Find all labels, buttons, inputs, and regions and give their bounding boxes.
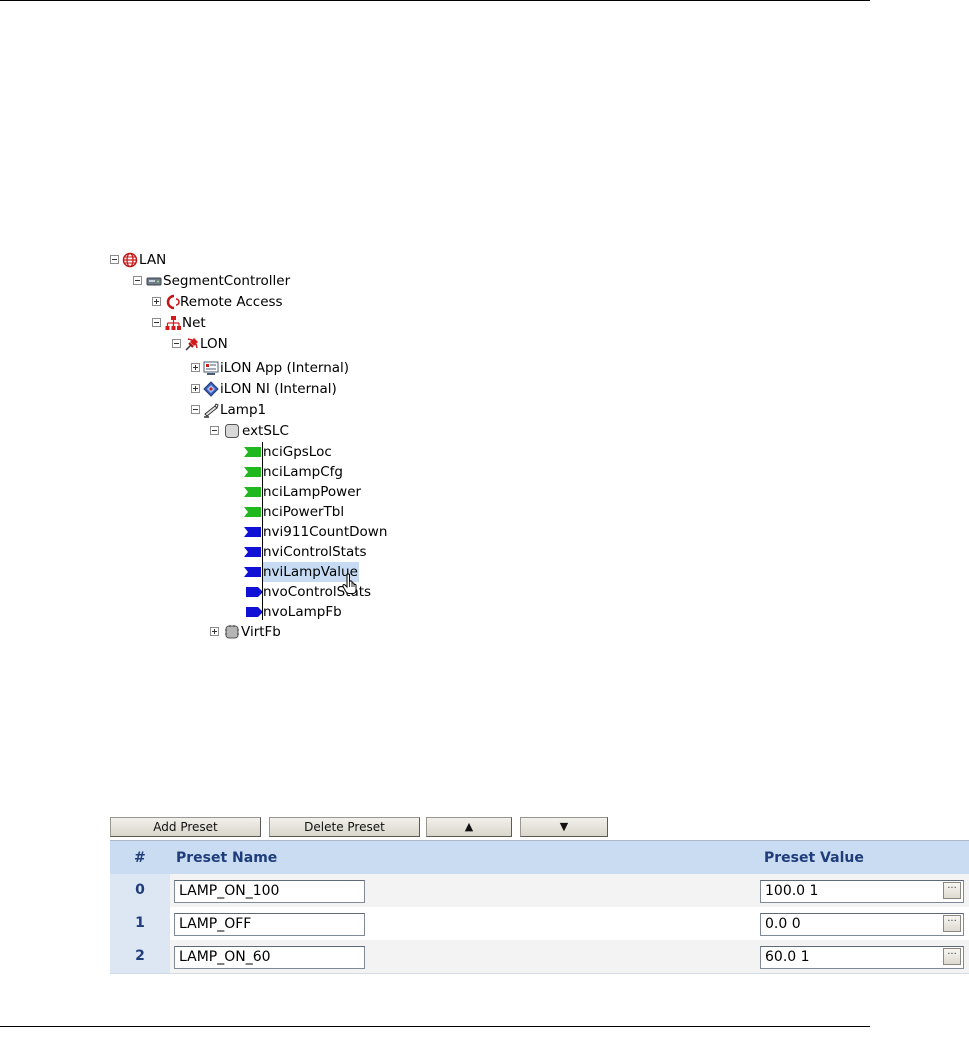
blue-input-datapoint-icon xyxy=(244,547,261,557)
bottom-divider xyxy=(0,1026,870,1027)
table-row: 2 LAMP_ON_60 60.0 1 ··· xyxy=(110,940,969,974)
network-icon xyxy=(165,316,181,330)
green-datapoint-icon xyxy=(244,487,261,497)
tree-guide-line xyxy=(262,442,263,620)
green-datapoint-icon xyxy=(244,447,261,457)
hand-pointer-icon xyxy=(342,573,357,594)
tree-node-label: VirtFb xyxy=(241,624,281,640)
edit-value-button[interactable]: ··· xyxy=(943,882,961,899)
tree-node-label: nvoLampFb xyxy=(263,604,342,620)
tree-node-label: Remote Access xyxy=(180,294,283,310)
tree-node-label: nciPowerTbl xyxy=(263,504,345,520)
tree-node-label: LON xyxy=(200,336,228,352)
functional-block-icon xyxy=(225,424,239,438)
preset-value-input[interactable]: 60.0 1 xyxy=(760,946,964,969)
network-tree: LAN SegmentController Remote Access Net … xyxy=(110,250,440,640)
blue-input-datapoint-icon xyxy=(244,527,261,537)
column-header-preset-value: Preset Value xyxy=(764,850,864,866)
tree-node-label: Net xyxy=(182,315,206,331)
green-datapoint-icon xyxy=(244,467,261,477)
tree-node-label: iLON App (Internal) xyxy=(220,360,350,376)
globe-icon xyxy=(122,252,138,268)
collapse-icon[interactable] xyxy=(152,318,161,327)
row-number: 2 xyxy=(110,940,170,973)
collapse-icon[interactable] xyxy=(191,405,200,414)
table-row: 0 LAMP_ON_100 100.0 1 ··· xyxy=(110,874,969,908)
collapse-icon[interactable] xyxy=(210,426,219,435)
collapse-icon[interactable] xyxy=(133,276,142,285)
edit-value-button[interactable]: ··· xyxy=(943,915,961,932)
table-row: 1 LAMP_OFF 0.0 0 ··· xyxy=(110,907,969,941)
preset-name-input[interactable]: LAMP_OFF xyxy=(174,913,365,936)
tree-node-label: nvi911CountDown xyxy=(263,524,388,540)
move-up-button[interactable]: ▲ xyxy=(426,817,512,837)
preset-value-input[interactable]: 100.0 1 xyxy=(760,880,964,903)
collapse-icon[interactable] xyxy=(110,255,119,264)
lon-plug-icon xyxy=(185,338,198,351)
tree-node-label: nviControlStats xyxy=(263,544,367,560)
column-header-number: # xyxy=(134,850,146,866)
expand-icon[interactable] xyxy=(152,297,161,306)
delete-preset-button[interactable]: Delete Preset xyxy=(269,817,420,837)
blue-input-datapoint-icon xyxy=(244,567,261,577)
tree-node-label: LAN xyxy=(139,252,167,268)
collapse-icon[interactable] xyxy=(172,339,181,348)
tree-node-label: extSLC xyxy=(242,423,289,439)
app-icon xyxy=(203,361,219,375)
tree-node-label: nciGpsLoc xyxy=(263,444,332,460)
row-number: 1 xyxy=(110,907,170,940)
tree-node-label: SegmentController xyxy=(163,273,291,289)
device-icon xyxy=(204,403,219,418)
tree-node-label: nciLampPower xyxy=(263,484,362,500)
tree-node-label: iLON NI (Internal) xyxy=(220,381,337,397)
move-down-button[interactable]: ▼ xyxy=(520,817,608,837)
add-preset-button[interactable]: Add Preset xyxy=(110,817,261,837)
preset-name-input[interactable]: LAMP_ON_60 xyxy=(174,946,365,969)
expand-icon[interactable] xyxy=(191,384,200,393)
green-datapoint-icon xyxy=(244,507,261,517)
preset-value-input[interactable]: 0.0 0 xyxy=(760,913,964,936)
tree-node-label: nciLampCfg xyxy=(263,464,343,480)
expand-icon[interactable] xyxy=(210,627,219,636)
preset-name-input[interactable]: LAMP_ON_100 xyxy=(174,880,365,903)
column-header-preset-name: Preset Name xyxy=(176,850,278,866)
top-divider xyxy=(0,0,870,1)
ni-icon xyxy=(203,381,219,397)
edit-value-button[interactable]: ··· xyxy=(943,948,961,965)
preset-table-header: # Preset Name Preset Value xyxy=(110,840,969,875)
controller-icon xyxy=(146,277,162,286)
row-number: 0 xyxy=(110,874,170,907)
virtual-block-icon xyxy=(225,625,239,639)
remote-access-icon xyxy=(166,294,180,310)
tree-node-label: Lamp1 xyxy=(220,402,267,418)
expand-icon[interactable] xyxy=(191,363,200,372)
